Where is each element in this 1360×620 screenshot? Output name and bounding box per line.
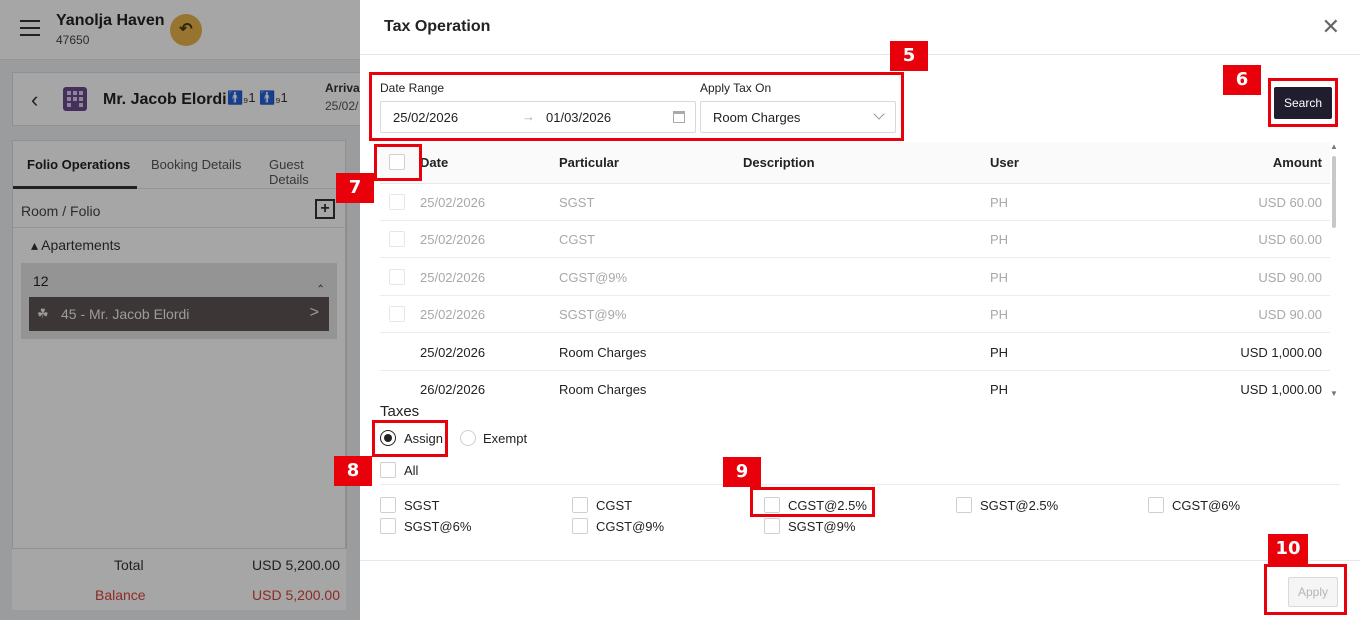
table-row: 25/02/2026 CGST PH USD 60.00: [380, 221, 1330, 258]
divider: [360, 54, 1360, 55]
cell-amount: USD 90.00: [1258, 307, 1322, 322]
table-row[interactable]: 26/02/2026 Room Charges PH USD 1,000.00: [380, 371, 1330, 408]
table-row[interactable]: 25/02/2026 Room Charges PH USD 1,000.00: [380, 334, 1330, 371]
cell-user: PH: [990, 345, 1009, 360]
cell-amount: USD 60.00: [1258, 232, 1322, 247]
tax-checkbox[interactable]: [764, 518, 780, 534]
col-amount: Amount: [1272, 155, 1322, 170]
cell-amount: USD 1,000.00: [1240, 345, 1322, 360]
cell-user: PH: [990, 232, 1009, 247]
table-header: Date Particular Description User Amount: [380, 142, 1330, 184]
exempt-radio[interactable]: [460, 430, 476, 446]
cell-particular: CGST@9%: [559, 270, 628, 285]
table-row: 25/02/2026 CGST@9% PH USD 90.00: [380, 259, 1330, 296]
annotation-badge: 10: [1268, 534, 1308, 564]
cell-user: PH: [990, 307, 1009, 322]
cell-amount: USD 90.00: [1258, 270, 1322, 285]
cell-particular: Room Charges: [559, 345, 647, 360]
annotation-badge: 7: [336, 173, 374, 203]
tax-checkbox[interactable]: [572, 497, 588, 513]
cell-date: 25/02/2026: [420, 345, 486, 360]
all-taxes-label[interactable]: All: [404, 463, 418, 478]
scroll-down-icon[interactable]: ▼: [1330, 389, 1338, 398]
cell-particular: SGST@9%: [559, 307, 627, 322]
cell-date: 25/02/2026: [420, 270, 486, 285]
divider: [360, 560, 1360, 561]
tax-label: CGST@6%: [1172, 498, 1241, 513]
cell-date: 25/02/2026: [420, 307, 486, 322]
annotation-badge: 5: [890, 41, 928, 71]
scroll-up-icon[interactable]: ▲: [1330, 142, 1338, 151]
modal-title: Tax Operation: [384, 18, 491, 35]
scrollbar-thumb[interactable]: [1332, 156, 1336, 228]
tax-label: SGST@2.5%: [980, 498, 1059, 513]
modal-overlay[interactable]: [0, 0, 360, 620]
row-checkbox: [389, 194, 405, 210]
cell-particular: SGST: [559, 195, 595, 210]
cell-user: PH: [990, 382, 1009, 397]
tax-label: CGST: [596, 498, 633, 513]
tax-label: SGST: [404, 498, 440, 513]
cell-user: PH: [990, 195, 1009, 210]
tax-checkbox[interactable]: [1148, 497, 1164, 513]
close-icon[interactable]: ✕: [1322, 16, 1340, 38]
exempt-label[interactable]: Exempt: [483, 431, 527, 446]
highlight-box: [1268, 78, 1338, 127]
tax-checkbox[interactable]: [572, 518, 588, 534]
taxes-title: Taxes: [380, 403, 420, 420]
annotation-badge: 8: [334, 456, 372, 486]
divider: [380, 484, 1340, 485]
annotation-badge: 6: [1223, 65, 1261, 95]
highlight-box: [374, 144, 422, 181]
tax-checkbox[interactable]: [956, 497, 972, 513]
highlight-box: [750, 487, 875, 517]
highlight-box: [369, 72, 904, 141]
cell-amount: USD 1,000.00: [1240, 382, 1322, 397]
cell-date: 25/02/2026: [420, 195, 486, 210]
row-checkbox: [389, 306, 405, 322]
cell-date: 25/02/2026: [420, 232, 486, 247]
tax-label: SGST@6%: [404, 519, 472, 534]
cell-user: PH: [990, 270, 1009, 285]
annotation-badge: 9: [723, 457, 761, 487]
background-app: Yanolja Haven 47650 ↶ ‹ Mr. Jacob Elordi…: [0, 0, 372, 620]
highlight-box: [1264, 564, 1347, 615]
table-row: 25/02/2026 SGST PH USD 60.00: [380, 184, 1330, 221]
tax-checkbox[interactable]: [380, 497, 396, 513]
tax-checkbox[interactable]: [380, 518, 396, 534]
row-checkbox: [389, 231, 405, 247]
col-date: Date: [420, 155, 449, 170]
tax-label: SGST@9%: [788, 519, 856, 534]
row-checkbox: [389, 269, 405, 285]
cell-particular: CGST: [559, 232, 596, 247]
col-user: User: [990, 155, 1019, 170]
cell-amount: USD 60.00: [1258, 195, 1322, 210]
all-taxes-checkbox[interactable]: [380, 462, 396, 478]
table-row: 25/02/2026 SGST@9% PH USD 90.00: [380, 296, 1330, 333]
col-particular: Particular: [559, 155, 619, 170]
cell-particular: Room Charges: [559, 382, 647, 397]
cell-date: 26/02/2026: [420, 382, 486, 397]
tax-operation-drawer: Tax Operation ✕ Date Range 25/02/2026 → …: [334, 0, 1360, 620]
tax-label: CGST@9%: [596, 519, 665, 534]
col-description: Description: [743, 155, 815, 170]
highlight-box: [372, 420, 448, 457]
